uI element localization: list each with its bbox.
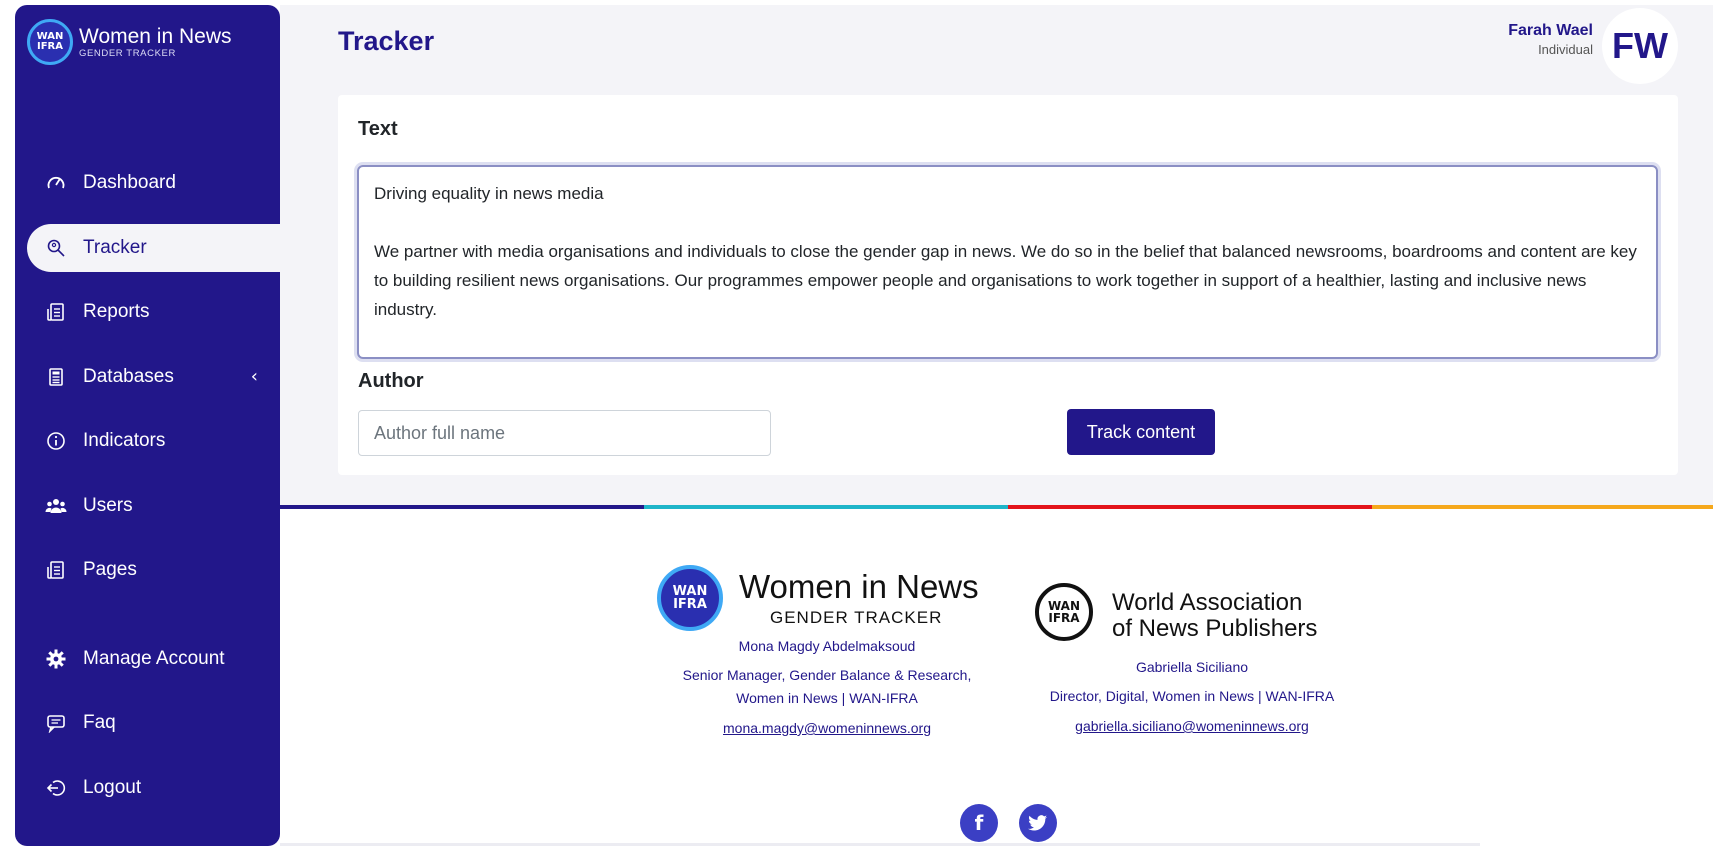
stripe-segment-indigo: [280, 505, 644, 509]
sidebar-item-dashboard[interactable]: Dashboard: [15, 159, 280, 207]
speedometer-icon: [45, 172, 67, 194]
contact-name: Mona Magdy Abdelmaksoud: [738, 638, 916, 654]
chevron-left-icon[interactable]: ‹: [251, 366, 258, 387]
user-role: Individual: [1538, 42, 1593, 57]
logout-icon: [45, 777, 67, 799]
sidebar: WAN IFRA Women in News GENDER TRACKER Da…: [15, 5, 280, 846]
footer-women-in-news-title: Women in News: [739, 568, 979, 605]
author-name-input[interactable]: [358, 410, 771, 456]
sidebar-item-label: Indicators: [83, 430, 166, 451]
gear-icon: [45, 648, 67, 670]
footer-contact-right: Gabriella Siciliano Director, Digital, W…: [1010, 653, 1374, 741]
tracker-form-card: Text Driving equality in news media We p…: [338, 95, 1678, 475]
user-name: Farah Wael: [1508, 22, 1593, 39]
contact-role: Director, Digital, Women in News | WAN-I…: [1049, 688, 1335, 704]
wan-title-line: World Association: [1112, 589, 1303, 616]
contact-name: Gabriella Siciliano: [1135, 659, 1249, 675]
sidebar-item-pages[interactable]: Pages: [15, 546, 280, 594]
footer-gender-tracker-subtitle: GENDER TRACKER: [770, 608, 943, 627]
sidebar-item-label: Manage Account: [83, 647, 225, 669]
sidebar-item-label: Faq: [83, 712, 116, 733]
sidebar-item-indicators[interactable]: Indicators: [15, 417, 280, 465]
info-circle-icon: [45, 430, 67, 452]
document-icon: [45, 301, 67, 323]
tracker-search-icon: [45, 237, 67, 259]
sidebar-item-users[interactable]: Users: [15, 482, 280, 530]
avatar[interactable]: FW: [1602, 8, 1678, 84]
women-in-news-logo: WAN IFRA: [657, 565, 723, 631]
text-content-field[interactable]: Driving equality in news media We partne…: [357, 165, 1658, 359]
brand[interactable]: WAN IFRA Women in News GENDER TRACKER: [27, 19, 232, 65]
brand-subtitle: GENDER TRACKER: [79, 47, 176, 59]
wan-ifra-publishers-logo: WAN IFRA: [1035, 583, 1093, 641]
sidebar-item-label: Pages: [83, 559, 137, 580]
users-icon: [45, 495, 67, 517]
sidebar-item-label: Tracker: [83, 236, 147, 258]
pages-icon: [45, 559, 67, 581]
sidebar-item-databases[interactable]: Databases ‹: [15, 353, 280, 401]
contact-email-link[interactable]: mona.magdy@womeninnews.org: [723, 720, 931, 736]
sidebar-item-label: Logout: [83, 776, 142, 798]
chat-icon: [45, 712, 67, 734]
wan-title-line: of News Publishers: [1112, 615, 1318, 642]
sidebar-nav: Dashboard Tracker Reports Databases ‹ In…: [15, 159, 280, 828]
brand-title: Women in News: [79, 24, 232, 48]
contact-email-link[interactable]: gabriella.siciliano@womeninnews.org: [1075, 718, 1309, 734]
text-label: Text: [358, 118, 398, 140]
sidebar-item-reports[interactable]: Reports: [15, 288, 280, 336]
footer-contact-left: Mona Magdy Abdelmaksoud Senior Manager, …: [640, 632, 1014, 743]
author-label: Author: [358, 370, 424, 392]
sidebar-item-tracker[interactable]: Tracker: [27, 223, 280, 272]
stripe-segment-red: [1008, 505, 1372, 509]
stripe-segment-yellow: [1372, 505, 1713, 509]
footer-wan-title: World Association of News Publishers: [1112, 590, 1317, 642]
sidebar-item-faq[interactable]: Faq: [15, 699, 280, 747]
sidebar-item-label: Users: [83, 494, 133, 516]
sidebar-item-label: Reports: [83, 301, 150, 322]
track-content-button[interactable]: Track content: [1067, 409, 1215, 455]
facebook-icon[interactable]: f: [960, 804, 998, 842]
stripe-segment-cyan: [644, 505, 1008, 509]
sidebar-item-logout[interactable]: Logout: [15, 764, 280, 812]
sidebar-item-label: Databases: [83, 365, 174, 387]
sidebar-item-manage-account[interactable]: Manage Account: [15, 635, 280, 683]
user-info[interactable]: Farah Wael Individual: [1508, 22, 1593, 57]
twitter-icon[interactable]: [1019, 804, 1057, 842]
sidebar-item-label: Dashboard: [83, 172, 176, 193]
database-icon: [45, 366, 67, 388]
wan-ifra-logo: WAN IFRA: [27, 19, 73, 65]
page-title: Tracker: [338, 26, 435, 56]
